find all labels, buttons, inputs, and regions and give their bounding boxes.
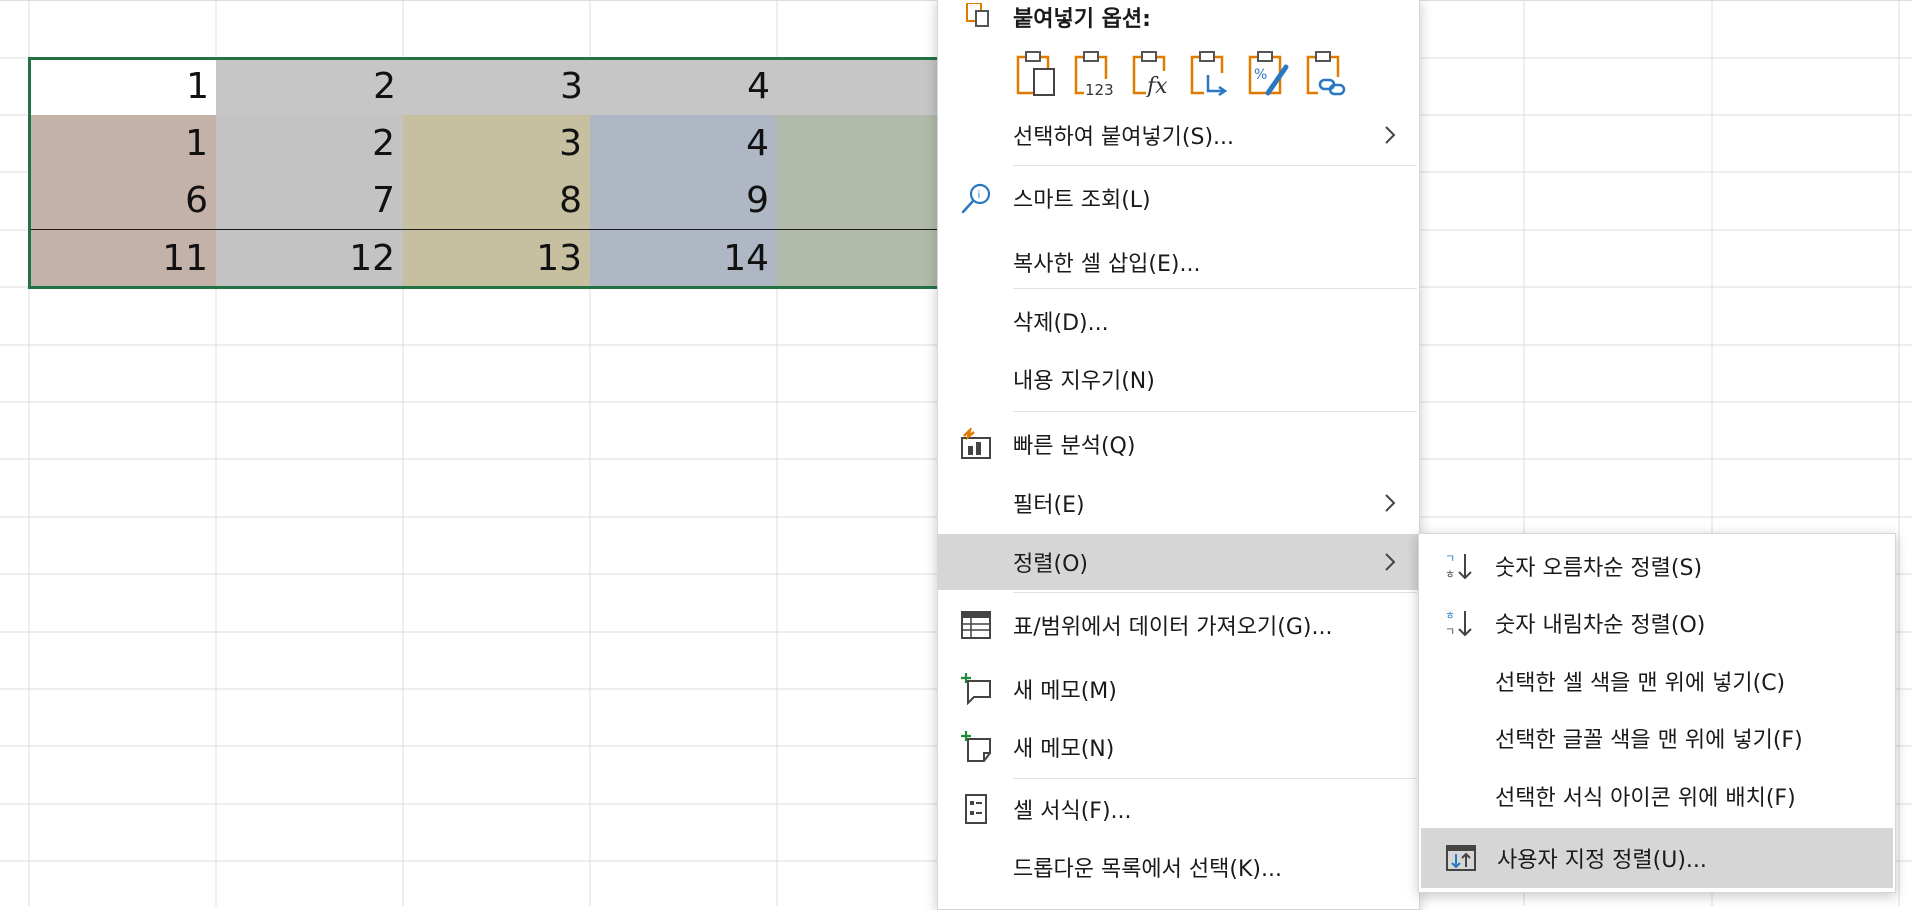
sort-ascending-icon: ㄱㅎ xyxy=(1445,552,1472,581)
pick-from-dropdown-item[interactable]: 드롭다운 목록에서 선택(K)... xyxy=(938,839,1419,895)
table-icon xyxy=(961,611,991,639)
paste-values-icon[interactable]: 123 xyxy=(1074,49,1118,97)
new-comment-icon xyxy=(961,673,991,705)
menu-item-label: 빠른 분석(Q) xyxy=(1013,434,1136,459)
cell[interactable]: 6 xyxy=(29,172,217,230)
cell[interactable]: 4 xyxy=(590,58,778,116)
smart-lookup-item[interactable]: i 스마트 조회(L) xyxy=(938,170,1419,226)
paste-options-icon xyxy=(966,3,989,27)
svg-text:ㄱ: ㄱ xyxy=(1445,552,1455,565)
cell[interactable]: 1 xyxy=(29,58,217,116)
cell[interactable]: 2 xyxy=(216,58,404,116)
menu-item-label: 내용 지우기(N) xyxy=(1013,369,1155,394)
svg-text:ㄱ: ㄱ xyxy=(1445,625,1455,638)
submenu-item-label: 사용자 지정 정렬(U)... xyxy=(1497,848,1707,873)
cell-color-on-top-item[interactable]: 선택한 셀 색을 맨 위에 넣기(C) xyxy=(1419,651,1895,711)
cell[interactable]: 1 xyxy=(29,115,217,173)
font-color-on-top-item[interactable]: 선택한 글꼴 색을 맨 위에 넣기(F) xyxy=(1419,708,1895,768)
svg-text:fx: fx xyxy=(1145,74,1168,97)
sort-item[interactable]: 정렬(O) xyxy=(938,534,1419,590)
menu-item-label: 필터(E) xyxy=(1013,493,1085,518)
paste-formatting-icon[interactable]: % xyxy=(1248,49,1292,97)
paste-options-label: 붙여넣기 옵션: xyxy=(1013,7,1151,32)
clear-contents-item[interactable]: 내용 지우기(N) xyxy=(938,351,1419,407)
transpose-icon[interactable] xyxy=(1190,49,1234,97)
submenu-item-label: 숫자 내림차순 정렬(O) xyxy=(1495,613,1706,638)
svg-text:i: i xyxy=(978,190,981,201)
menu-item-label: 새 메모(M) xyxy=(1013,679,1117,704)
paste-icon[interactable] xyxy=(1016,49,1060,97)
icon-on-top-item[interactable]: 선택한 서식 아이콘 위에 배치(F) xyxy=(1419,766,1895,826)
quick-analysis-item[interactable]: 빠른 분석(Q) xyxy=(938,416,1419,472)
cell[interactable]: 7 xyxy=(216,172,404,230)
menu-separator xyxy=(1013,592,1417,593)
svg-text:ㅎ: ㅎ xyxy=(1445,609,1455,622)
paste-special-item[interactable]: 선택하여 붙여넣기(S)... xyxy=(938,107,1419,163)
chevron-right-icon xyxy=(1385,553,1396,571)
sort-ascending-item[interactable]: ㄱㅎ 숫자 오름차순 정렬(S) xyxy=(1419,536,1895,596)
cell[interactable]: 3 xyxy=(403,115,591,173)
chevron-right-icon xyxy=(1385,126,1396,144)
menu-item-label: 새 메모(N) xyxy=(1013,737,1115,762)
get-data-item[interactable]: 표/범위에서 데이터 가져오기(G)... xyxy=(938,597,1419,653)
paste-formulas-icon[interactable]: fx xyxy=(1132,49,1176,97)
svg-text:123: 123 xyxy=(1085,81,1114,97)
cell[interactable]: 8 xyxy=(403,172,591,230)
sort-descending-item[interactable]: ㅎㄱ 숫자 내림차순 정렬(O) xyxy=(1419,593,1895,653)
chevron-right-icon xyxy=(1385,494,1396,512)
submenu-item-label: 선택한 서식 아이콘 위에 배치(F) xyxy=(1495,786,1796,811)
cell[interactable]: 4 xyxy=(590,115,778,173)
context-menu: 붙여넣기 옵션: 123 fx % 선택하여 붙여넣기(S)... i 스마트 … xyxy=(937,0,1420,910)
menu-item-label: 드롭다운 목록에서 선택(K)... xyxy=(1013,857,1282,882)
delete-item[interactable]: 삭제(D)... xyxy=(938,293,1419,349)
custom-sort-icon xyxy=(1446,845,1476,871)
svg-text:%: % xyxy=(1254,67,1267,83)
cell[interactable]: 13 xyxy=(403,230,591,288)
menu-item-label: 정렬(O) xyxy=(1013,552,1088,577)
menu-separator xyxy=(1013,411,1417,412)
cell[interactable]: 12 xyxy=(216,230,404,288)
smart-lookup-icon: i xyxy=(961,183,991,214)
menu-separator xyxy=(1013,778,1417,779)
menu-item-label: 스마트 조회(L) xyxy=(1013,188,1151,213)
sort-descending-icon: ㅎㄱ xyxy=(1445,609,1472,638)
submenu-item-label: 선택한 글꼴 색을 맨 위에 넣기(F) xyxy=(1495,728,1803,753)
cell[interactable]: 9 xyxy=(590,172,778,230)
menu-item-label: 표/범위에서 데이터 가져오기(G)... xyxy=(1013,615,1333,640)
cell[interactable]: 14 xyxy=(590,230,778,288)
menu-item-label: 삭제(D)... xyxy=(1013,311,1109,336)
menu-separator xyxy=(1013,165,1417,166)
new-comment-item[interactable]: 새 메모(M) xyxy=(938,661,1419,717)
format-cells-item[interactable]: 셀 서식(F)... xyxy=(938,781,1419,837)
svg-text:ㅎ: ㅎ xyxy=(1445,568,1455,581)
quick-analysis-icon xyxy=(961,428,991,459)
cell[interactable]: 2 xyxy=(216,115,404,173)
filter-item[interactable]: 필터(E) xyxy=(938,475,1419,531)
submenu-item-label: 숫자 오름차순 정렬(S) xyxy=(1495,556,1703,581)
format-cells-icon xyxy=(965,794,987,824)
menu-item-label: 복사한 셀 삽입(E)... xyxy=(1013,252,1201,277)
submenu-item-label: 선택한 셀 색을 맨 위에 넣기(C) xyxy=(1495,671,1786,696)
new-note-item[interactable]: 새 메모(N) xyxy=(938,719,1419,775)
custom-sort-item[interactable]: 사용자 지정 정렬(U)... xyxy=(1421,828,1893,888)
paste-link-icon[interactable] xyxy=(1306,49,1350,97)
cell[interactable]: 11 xyxy=(29,230,217,288)
menu-item-label: 셀 서식(F)... xyxy=(1013,799,1132,824)
menu-item-label: 선택하여 붙여넣기(S)... xyxy=(1013,125,1235,150)
insert-copied-cells-item[interactable]: 복사한 셀 삽입(E)... xyxy=(938,234,1419,290)
sort-submenu: ㄱㅎ 숫자 오름차순 정렬(S) ㅎㄱ 숫자 내림차순 정렬(O) 선택한 셀 색을 맨… xyxy=(1418,533,1896,893)
cell[interactable]: 3 xyxy=(403,58,591,116)
new-note-icon xyxy=(961,731,991,762)
